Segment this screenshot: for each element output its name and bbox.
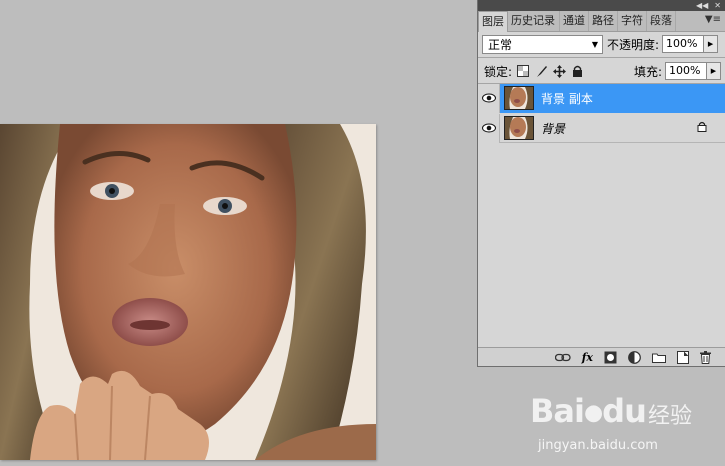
blend-mode-value: 正常 <box>488 37 513 52</box>
layer-visibility-toggle[interactable] <box>478 83 500 113</box>
fill-slider-button[interactable]: ▶ <box>707 62 721 80</box>
opacity-slider-button[interactable]: ▶ <box>704 35 719 53</box>
panel-tabs: 图层 历史记录 通道 路径 字符 段落 ▼≡ <box>478 11 725 32</box>
layer-row-background[interactable]: 背景 <box>478 113 725 143</box>
tab-character[interactable]: 字符 <box>618 11 647 31</box>
trash-icon[interactable] <box>700 350 711 364</box>
adjustment-icon[interactable] <box>628 350 641 364</box>
layers-panel: ◀◀ ✕ 图层 历史记录 通道 路径 字符 段落 ▼≡ 正常 ▼ 不透明度: 1… <box>477 0 725 367</box>
blend-mode-select[interactable]: 正常 ▼ <box>482 34 603 54</box>
lock-row: 锁定: 填充: 100% ▶ <box>484 61 721 81</box>
lock-transparent-pixels-icon[interactable] <box>516 64 530 78</box>
fill-input[interactable]: 100% <box>665 62 707 80</box>
watermark-url: jingyan.baidu.com <box>538 438 658 453</box>
lock-label: 锁定: <box>484 64 513 79</box>
eye-icon <box>481 93 496 103</box>
tab-paths[interactable]: 路径 <box>589 11 618 31</box>
close-panel-icon[interactable]: ✕ <box>714 0 721 11</box>
watermark-jingyan: 经验 <box>648 404 693 429</box>
folder-icon[interactable] <box>652 350 666 364</box>
collapse-icon[interactable]: ◀◀ <box>696 0 708 11</box>
watermark-brand: Bai●du <box>530 392 647 430</box>
new-layer-icon[interactable] <box>677 350 689 364</box>
layer-thumbnail[interactable] <box>504 116 534 140</box>
panel-menu-icon[interactable]: ▼≡ <box>705 14 721 25</box>
baidu-jingyan-watermark: Bai●du 经验 jingyan.baidu.com <box>524 388 724 463</box>
fx-icon[interactable]: fx <box>582 350 593 364</box>
divider <box>478 57 725 58</box>
layer-lock-icon <box>697 121 707 135</box>
layers-bottom-toolbar: fx <box>478 347 725 366</box>
tab-history[interactable]: 历史记录 <box>508 11 560 31</box>
image-canvas[interactable] <box>0 124 376 460</box>
panel-title-bar: ◀◀ ✕ <box>478 0 725 11</box>
opacity-label: 不透明度: <box>607 37 660 52</box>
layer-visibility-toggle[interactable] <box>478 113 500 143</box>
mask-icon[interactable] <box>604 350 617 364</box>
layer-row-background-copy[interactable]: 背景 副本 <box>478 83 725 113</box>
tab-channels[interactable]: 通道 <box>560 11 589 31</box>
fill-label: 填充: <box>633 64 662 79</box>
tab-layers[interactable]: 图层 <box>478 11 508 32</box>
layer-thumbnail[interactable] <box>504 86 534 110</box>
portrait-photo <box>0 124 376 460</box>
lock-position-icon[interactable] <box>552 64 566 78</box>
layer-name[interactable]: 背景 <box>541 120 565 137</box>
chevron-down-icon: ▼ <box>591 39 598 49</box>
lock-image-pixels-icon[interactable] <box>534 64 548 78</box>
eye-icon <box>481 123 496 133</box>
paw-icon: ● <box>583 400 603 426</box>
link-icon[interactable] <box>554 350 571 364</box>
opacity-input[interactable]: 100% <box>662 35 705 53</box>
tab-paragraph[interactable]: 段落 <box>647 11 676 31</box>
blend-row: 正常 ▼ 不透明度: 100% ▶ <box>482 34 721 54</box>
layer-name[interactable]: 背景 副本 <box>541 90 593 107</box>
lock-all-icon[interactable] <box>570 64 584 78</box>
